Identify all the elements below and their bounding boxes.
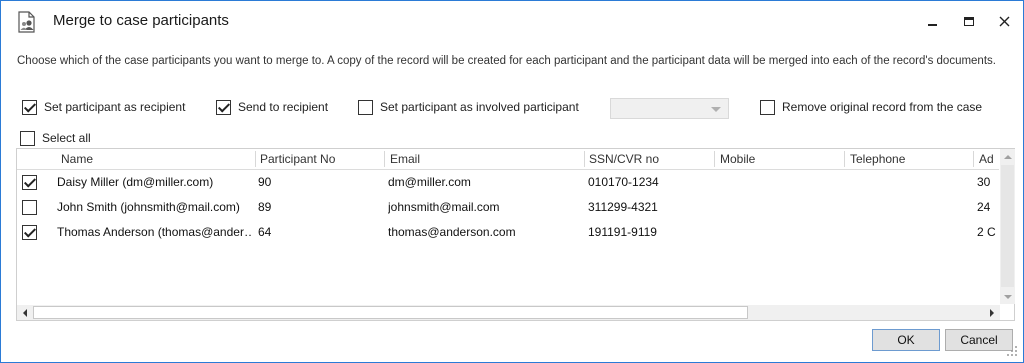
horizontal-scroll-thumb[interactable] (33, 306, 748, 319)
resize-grip-icon[interactable] (1006, 345, 1018, 357)
set-involved-option[interactable]: Set participant as involved participant (358, 98, 579, 116)
set-involved-label: Set participant as involved participant (380, 100, 579, 114)
column-header-address[interactable]: Ad (979, 152, 999, 166)
column-header-ssn[interactable]: SSN/CVR no (589, 152, 659, 166)
minimize-button[interactable] (914, 9, 950, 33)
dialog-title: Merge to case participants (53, 12, 229, 29)
column-header-mobile[interactable]: Mobile (720, 152, 755, 166)
cell-name: Thomas Anderson (thomas@ander… (57, 225, 253, 239)
cancel-button[interactable]: Cancel (945, 329, 1013, 351)
column-divider[interactable] (255, 151, 256, 167)
select-all-checkbox[interactable] (20, 130, 35, 146)
column-divider[interactable] (584, 151, 585, 167)
cell-ssn: 010170-1234 (588, 175, 659, 189)
merge-dialog: Merge to case participants Choose which … (0, 0, 1024, 363)
scroll-down-button[interactable] (1000, 289, 1015, 304)
arrow-right-icon (989, 308, 994, 317)
remove-original-option[interactable]: Remove original record from the case (760, 98, 982, 116)
set-recipient-label: Set participant as recipient (44, 100, 186, 114)
scroll-up-button[interactable] (1000, 149, 1015, 164)
cell-email: johnsmith@mail.com (388, 200, 500, 214)
cell-email: thomas@anderson.com (388, 225, 516, 239)
cell-address: 2 C (977, 225, 996, 239)
column-header-name[interactable]: Name (61, 152, 93, 166)
involved-role-combo[interactable] (610, 98, 729, 119)
cell-address: 30 (977, 175, 991, 189)
cell-ssn: 311299-4321 (588, 200, 658, 214)
table-row[interactable]: Daisy Miller (dm@miller.com) 90 dm@mille… (17, 170, 999, 195)
document-person-icon (17, 11, 37, 33)
remove-original-checkbox[interactable] (760, 99, 775, 115)
vertical-scrollbar[interactable] (1000, 149, 1015, 304)
column-header-telephone[interactable]: Telephone (850, 152, 905, 166)
minimize-icon (927, 24, 937, 26)
cell-participant-no: 89 (258, 200, 272, 214)
column-divider[interactable] (714, 151, 715, 167)
scroll-right-button[interactable] (984, 305, 999, 320)
row-checkbox[interactable] (22, 200, 37, 215)
send-to-recipient-option[interactable]: Send to recipient (216, 98, 328, 116)
row-checkbox[interactable] (22, 225, 37, 240)
cell-participant-no: 64 (258, 225, 272, 239)
cell-name: John Smith (johnsmith@mail.com) (57, 200, 240, 214)
cell-address: 24 (977, 200, 991, 214)
title-bar: Merge to case participants (1, 1, 1023, 41)
close-button[interactable] (986, 9, 1022, 33)
chevron-down-icon (711, 107, 721, 112)
participants-grid: Name Participant No Email SSN/CVR no Mob… (16, 148, 1015, 321)
remove-original-label: Remove original record from the case (782, 100, 983, 114)
grid-header: Name Participant No Email SSN/CVR no Mob… (17, 149, 999, 170)
column-divider[interactable] (384, 151, 385, 167)
send-to-recipient-label: Send to recipient (238, 100, 329, 114)
set-recipient-option[interactable]: Set participant as recipient (22, 98, 185, 116)
set-involved-checkbox[interactable] (358, 99, 373, 115)
row-checkbox[interactable] (22, 175, 37, 190)
cell-ssn: 191191-9119 (588, 225, 657, 239)
select-all-option[interactable]: Select all (20, 129, 91, 147)
table-row[interactable]: Thomas Anderson (thomas@ander… 64 thomas… (17, 220, 999, 245)
send-to-recipient-checkbox[interactable] (216, 99, 231, 115)
ok-button[interactable]: OK (872, 329, 940, 351)
maximize-button[interactable] (951, 9, 987, 33)
column-header-participant-no[interactable]: Participant No (260, 152, 335, 166)
cell-participant-no: 90 (258, 175, 272, 189)
cell-email: dm@miller.com (388, 175, 471, 189)
close-icon (999, 16, 1009, 26)
column-header-email[interactable]: Email (390, 152, 420, 166)
horizontal-scrollbar[interactable] (17, 305, 1000, 320)
column-divider[interactable] (973, 151, 974, 167)
set-recipient-checkbox[interactable] (22, 99, 37, 115)
arrow-left-icon (22, 308, 27, 317)
table-row[interactable]: John Smith (johnsmith@mail.com) 89 johns… (17, 195, 999, 220)
select-all-label: Select all (42, 131, 91, 145)
column-divider[interactable] (844, 151, 845, 167)
arrow-down-icon (1003, 294, 1012, 299)
description-text: Choose which of the case participants yo… (17, 55, 996, 67)
cell-name: Daisy Miller (dm@miller.com) (57, 175, 214, 189)
maximize-icon (964, 16, 974, 26)
arrow-up-icon (1003, 154, 1012, 159)
vertical-scroll-thumb[interactable] (1001, 165, 1014, 287)
scroll-left-button[interactable] (17, 305, 32, 320)
